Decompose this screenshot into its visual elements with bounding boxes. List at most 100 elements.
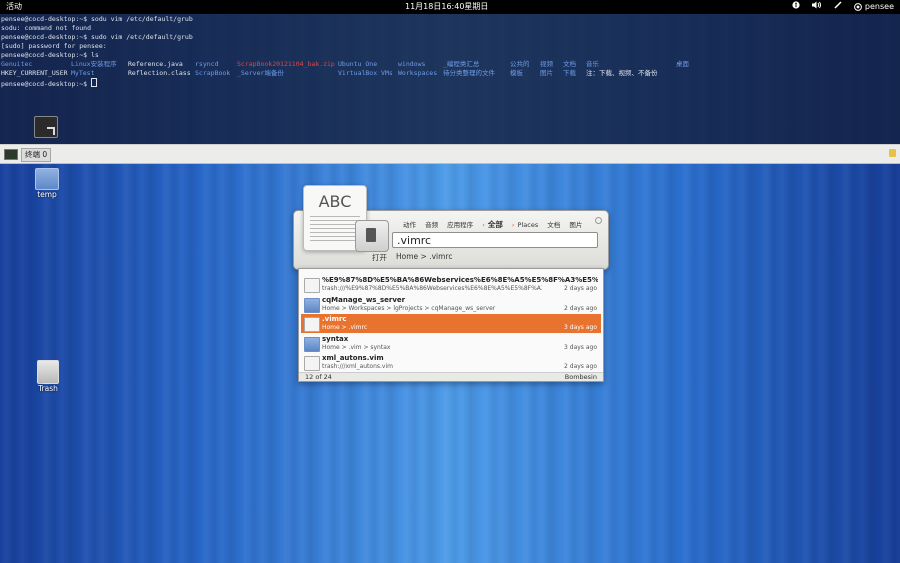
user-icon [854,3,862,11]
ls-entry: ScrapBook [195,69,231,77]
category-documents[interactable]: 文档 [547,221,560,229]
user-menu[interactable]: pensee [854,0,894,14]
desktop-icon-label: Trash [38,384,58,393]
ls-entry: 图片 [540,69,553,77]
ls-entry: Linux安装程序 [71,60,117,68]
result-date: 3 days ago [564,344,597,351]
results-footer: 12 of 24 Bombesin [299,372,603,381]
results-list: %E9%87%8D%E5%BA%86Webservices%E6%8E%A5%E… [298,268,604,382]
close-icon[interactable] [595,217,602,224]
window-list-bar: 终端 0 [0,144,900,164]
terminal-prompt[interactable]: pensee@cocd-desktop:~$ [1,78,98,89]
desktop-icon-label: temp [37,190,57,199]
ls-entry: rsyncd [195,60,219,68]
category-applications[interactable]: 应用程序 [447,221,473,229]
trash-icon [37,360,59,384]
plugin-name: Bombesin [564,373,597,381]
terminal-line: sodu: command not found [1,24,92,32]
ls-entry: Reflection.class [128,69,191,77]
ls-entry: Reference.java [128,60,183,68]
category-audio[interactable]: 音频 [425,221,438,229]
desktop-icon-shortcut[interactable] [26,116,66,138]
result-title: cqManage_ws_server [322,296,406,304]
preview-text-lines [310,216,360,242]
folder-icon [35,168,59,190]
open-action-icon[interactable] [355,220,389,252]
terminal-line: [sudo] password for pensee: [1,42,107,50]
text-cursor [91,78,98,87]
terminal-window[interactable]: pensee@cocd-desktop:~$ sodu vim /etc/def… [0,14,900,144]
folder-icon [304,337,320,352]
ls-entry: Genuitec [1,60,33,68]
ls-entry: MyTest [71,69,95,77]
result-date: 2 days ago [564,363,597,370]
text-file-icon [304,317,320,332]
result-title: syntax [322,335,349,343]
desktop-icon-temp[interactable]: temp [27,168,67,199]
result-item[interactable]: syntax Home > .vim > syntax 3 days ago [301,334,601,353]
ls-entry: 桌面 [676,60,689,68]
category-actions[interactable]: 动作 [403,221,416,229]
result-title: xml_autons.vim [322,354,384,362]
result-date: 3 days ago [564,324,597,331]
notification-icon[interactable] [889,149,896,157]
ls-entry: 视频 [540,60,553,68]
category-places[interactable]: Places [518,221,539,229]
results-count: 12 of 24 [305,373,332,381]
activities-button[interactable]: 活动 [6,0,22,14]
category-arrow-right: › [511,221,515,229]
taskbar-terminal-button[interactable]: 终端 0 [21,148,52,162]
category-images[interactable]: 图片 [569,221,582,229]
prompt-text: pensee@cocd-desktop:~$ [1,80,92,88]
top-panel: 活动 11月18日16:40星期日 pensee [0,0,900,14]
result-item[interactable]: cqManage_ws_server Home > Workspaces > l… [301,295,601,314]
ls-entry: windows [398,60,426,68]
volume-icon[interactable] [811,0,822,14]
pen-icon[interactable] [834,0,842,14]
category-bar: 动作 音频 应用程序 ‹ 全部 › Places 文档 图片 [403,219,589,230]
result-date: 2 days ago [564,305,597,312]
show-desktop-icon[interactable] [4,149,18,160]
preview-abc: ABC [318,192,352,211]
result-path: Home > Workspaces > lgProjects > cqManag… [322,305,496,312]
category-arrow-left: ‹ [482,221,485,229]
ls-entry: _编程类汇总 [443,60,480,68]
action-label: 打开 [372,253,387,262]
ls-entry: Workspaces [398,69,438,77]
category-all[interactable]: 全部 [488,220,503,229]
result-item[interactable]: xml_autons.vim trash:///xml_autons.vim 2… [301,353,601,372]
folder-icon [304,298,320,313]
system-tray: pensee [792,0,894,14]
search-path: Home > .vimrc [396,252,453,261]
result-path: Home > .vimrc [322,324,368,331]
file-icon [304,356,320,371]
result-title: .vimrc [322,315,347,323]
ls-entry: 公共的 [510,60,530,68]
terminal-line: pensee@cocd-desktop:~$ sudo vim /etc/def… [1,33,193,41]
ls-entry: Ubuntu One [338,60,378,68]
accessibility-icon[interactable] [792,0,800,14]
ls-entry: _Server端备份 [237,69,284,77]
result-date: 2 days ago [564,285,597,292]
ls-entry: 注：下载、视频、不备份 [586,69,658,77]
ls-entry: HKEY_CURRENT_USER [1,69,68,77]
user-name: pensee [864,2,894,11]
clock[interactable]: 11月18日16:40星期日 [405,0,488,14]
result-path: Home > .vim > syntax [322,344,391,351]
result-item-selected[interactable]: .vimrc Home > .vimrc 3 days ago [301,314,601,333]
ls-entry: VirtualBox VMs [338,69,393,77]
result-title: %E9%87%8D%E5%BA%86Webservices%E6%8E%A5%E… [322,276,598,284]
result-item[interactable]: %E9%87%8D%E5%BA%86Webservices%E6%8E%A5%E… [301,275,601,294]
ls-entry: ScrapBook20121104_bak.zip [237,60,335,68]
search-input[interactable]: .vimrc [392,232,598,248]
desktop-icon-trash[interactable]: Trash [28,360,68,393]
ls-entry: 待分类整理的文件 [443,69,495,77]
ls-entry: 下载 [563,69,576,77]
terminal-line: pensee@cocd-desktop:~$ sodu vim /etc/def… [1,15,193,23]
terminal-line: pensee@cocd-desktop:~$ ls [1,51,99,59]
ls-entry: 文档 [563,60,576,68]
ls-entry: 模板 [510,69,523,77]
shortcut-icon [34,116,58,138]
ls-entry: 音乐 [586,60,599,68]
result-path: trash:///xml_autons.vim [322,363,393,370]
